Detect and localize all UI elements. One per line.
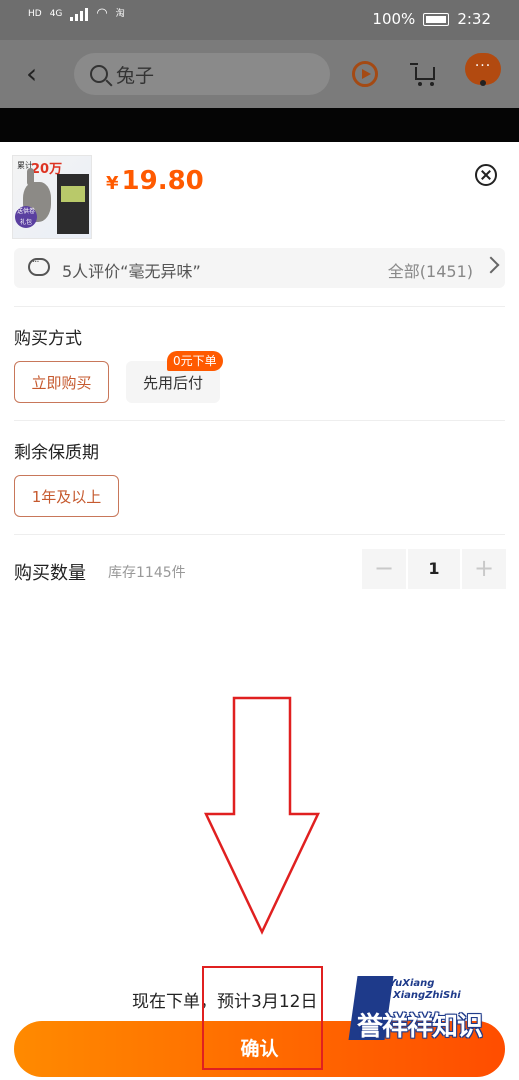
price: ¥19.80 [106, 166, 204, 196]
watermark-en-line2: XiangZhiShi [393, 990, 461, 1001]
watermark-cn: 誉祥祥知识 [357, 1012, 483, 1042]
decrease-button[interactable]: − [362, 549, 406, 589]
quantity-value[interactable]: 1 [408, 549, 460, 589]
back-icon[interactable]: ‹ [26, 60, 37, 88]
purchase-method-title: 购买方式 [14, 329, 82, 349]
comment-icon [28, 257, 50, 276]
currency-symbol: ¥ [106, 173, 119, 194]
notification-dot [480, 80, 486, 86]
divider [14, 306, 505, 307]
footprint-icon[interactable] [352, 61, 378, 87]
taobao-icon: 淘 [115, 8, 125, 19]
status-left: HD 4G ◠ 淘 [28, 6, 125, 21]
review-all-link[interactable]: 全部(1451) [388, 258, 473, 282]
option-buy-now[interactable]: 立即购买 [14, 361, 109, 403]
overlay-strip [0, 108, 519, 142]
product-thumbnail[interactable]: 累计 20万 送供卷 礼包 [12, 155, 92, 239]
food-bag-image [57, 174, 89, 234]
top-nav: ‹ 兔子 ··· [0, 40, 519, 108]
search-input[interactable]: 兔子 [74, 53, 330, 95]
increase-button[interactable]: + [462, 549, 506, 589]
price-value: 19.80 [121, 166, 204, 196]
annotation-highlight-box [202, 966, 323, 1070]
stock-count: 库存1145件 [108, 565, 186, 581]
review-summary: 5人评价“毫无异味” [62, 262, 201, 281]
wifi-icon: ◠ [96, 6, 108, 21]
cart-icon[interactable] [410, 61, 440, 87]
clock: 2:32 [457, 10, 491, 28]
annotation-arrow-icon [204, 696, 320, 935]
battery-percent: 100% [372, 10, 416, 28]
option-shelf-life[interactable]: 1年及以上 [14, 475, 119, 517]
chevron-right-icon [482, 256, 500, 274]
quantity-title: 购买数量 [14, 563, 86, 584]
watermark-en-line1: YuXiang [389, 978, 435, 989]
battery-icon [423, 12, 450, 26]
close-icon[interactable] [475, 164, 497, 186]
status-right: 100% 2:32 [372, 10, 491, 28]
network-type: 4G [49, 8, 63, 19]
zero-yuan-tag: 0元下单 [167, 351, 223, 371]
thumb-badge: 送供卷 礼包 [15, 206, 37, 228]
search-text: 兔子 [116, 64, 155, 87]
review-bar[interactable]: 5人评价“毫无异味” 全部(1451) [14, 248, 505, 288]
signal-icon [70, 7, 89, 21]
shelf-life-title: 剩余保质期 [14, 443, 99, 463]
search-icon [90, 65, 108, 83]
status-bar: HD 4G ◠ 淘 100% 2:32 [0, 0, 519, 40]
watermark-logo: YuXiang XiangZhiShi 誉祥祥知识 [348, 976, 493, 1042]
divider [14, 534, 505, 535]
quantity-stepper: − 1 + [362, 549, 506, 589]
divider [14, 420, 505, 421]
hd-indicator: HD [28, 8, 42, 19]
